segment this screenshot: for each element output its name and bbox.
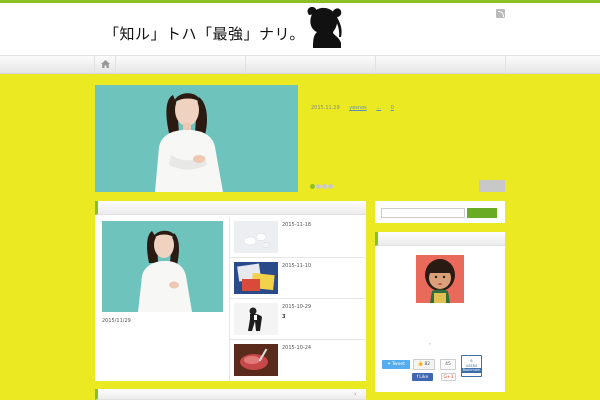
post-list-item[interactable]: 2015-10-24 xyxy=(229,340,365,381)
post-title: 3 xyxy=(282,314,286,320)
share-count: 45 xyxy=(445,362,451,367)
profile-widget: 。 ✦ Tweet 👍 82 45 6 USERS Bookmark f Like G… xyxy=(375,232,505,392)
post-thumbnail xyxy=(234,221,278,253)
site-header: 「知ル」トハ「最強」ナリ。 xyxy=(0,3,600,55)
twitter-bird-icon: ✦ xyxy=(387,362,391,367)
woman-silhouette-icon xyxy=(307,7,342,49)
pills-photo xyxy=(234,221,278,253)
gplus-label: G+1 xyxy=(443,374,454,380)
search-widget xyxy=(375,201,505,223)
hatena-bookmark-button[interactable]: 6 USERS Bookmark xyxy=(461,355,482,377)
bowing-man-photo xyxy=(234,303,278,335)
like-count: 82 xyxy=(424,362,431,367)
nav-item-2[interactable] xyxy=(246,56,376,74)
woman-photo xyxy=(95,85,298,192)
slider-dot-4[interactable] xyxy=(328,184,333,189)
search-input[interactable] xyxy=(381,208,465,218)
slide-image[interactable] xyxy=(95,85,298,192)
post-date: 2015-11-10 xyxy=(282,263,312,269)
facebook-like-button[interactable]: f Like xyxy=(412,373,433,381)
slide-meta: 2015.11.29 yesnos ... 0 xyxy=(311,105,402,111)
nav-item-3[interactable] xyxy=(376,56,506,74)
featured-slider: 2015.11.29 yesnos ... 0 xyxy=(95,85,505,192)
slide-category-link[interactable]: ... xyxy=(376,105,381,111)
slide-author-link[interactable]: yesnos xyxy=(349,105,366,111)
slider-dot-3[interactable] xyxy=(322,184,327,189)
meat-photo xyxy=(234,344,278,376)
post-date: 2015-11-18 xyxy=(282,222,312,228)
tweet-button[interactable]: ✦ Tweet xyxy=(382,360,410,369)
post-thumbnail xyxy=(234,303,278,335)
search-button[interactable] xyxy=(467,208,497,218)
slide-comments-link[interactable]: 0 xyxy=(391,105,394,111)
chevron-right-icon[interactable]: › xyxy=(354,391,356,398)
post-list-item[interactable]: 2015-10-29 3 xyxy=(229,299,365,340)
woman-photo xyxy=(102,221,223,312)
slider-dot-2[interactable] xyxy=(316,184,321,189)
share-count-badge[interactable]: 45 xyxy=(440,359,456,370)
post-thumbnail xyxy=(234,344,278,376)
post-list-item[interactable]: 2015-11-10 xyxy=(229,258,365,299)
site-title-link[interactable]: 「知ル」トハ「最強」ナリ。 xyxy=(104,23,305,44)
thumbs-up-icon: 👍 xyxy=(417,362,424,367)
home-icon xyxy=(101,60,110,68)
google-plus-button[interactable]: G+1 xyxy=(441,373,456,381)
feature-post-date: 2015/11/29 xyxy=(102,318,131,324)
nav-item-1[interactable] xyxy=(116,56,246,74)
profile-caption: 。 xyxy=(429,340,433,345)
like-count-button[interactable]: 👍 82 xyxy=(413,359,435,370)
post-thumbnail xyxy=(234,262,278,294)
feature-post-image[interactable] xyxy=(102,221,223,312)
profile-avatar xyxy=(416,255,464,303)
bookmark-label: Bookmark xyxy=(461,368,482,373)
slider-read-more-button[interactable] xyxy=(479,180,505,192)
profile-widget-header xyxy=(375,232,505,246)
tweet-label: Tweet xyxy=(391,362,405,367)
post-list-item[interactable]: 2015-11-18 xyxy=(229,217,365,258)
kokeshi-doll-icon xyxy=(416,255,464,303)
main-navigation xyxy=(0,55,600,74)
rss-icon[interactable] xyxy=(496,9,505,18)
cards-photo xyxy=(234,262,278,294)
featured-posts-panel: 2015/11/29 2015-11-18 2015-11-10 2015-10… xyxy=(95,201,366,381)
slide-date: 2015.11.29 xyxy=(311,105,340,111)
slider-dot-1[interactable] xyxy=(310,184,315,189)
next-panel-header xyxy=(95,389,366,400)
fb-like-label: Like xyxy=(419,374,429,380)
slider-pagination xyxy=(310,184,334,190)
post-date: 2015-10-24 xyxy=(282,345,312,351)
post-date: 2015-10-29 xyxy=(282,304,312,310)
next-panel: › xyxy=(95,389,366,400)
facebook-icon: f xyxy=(416,374,419,380)
featured-panel-header xyxy=(95,201,366,215)
